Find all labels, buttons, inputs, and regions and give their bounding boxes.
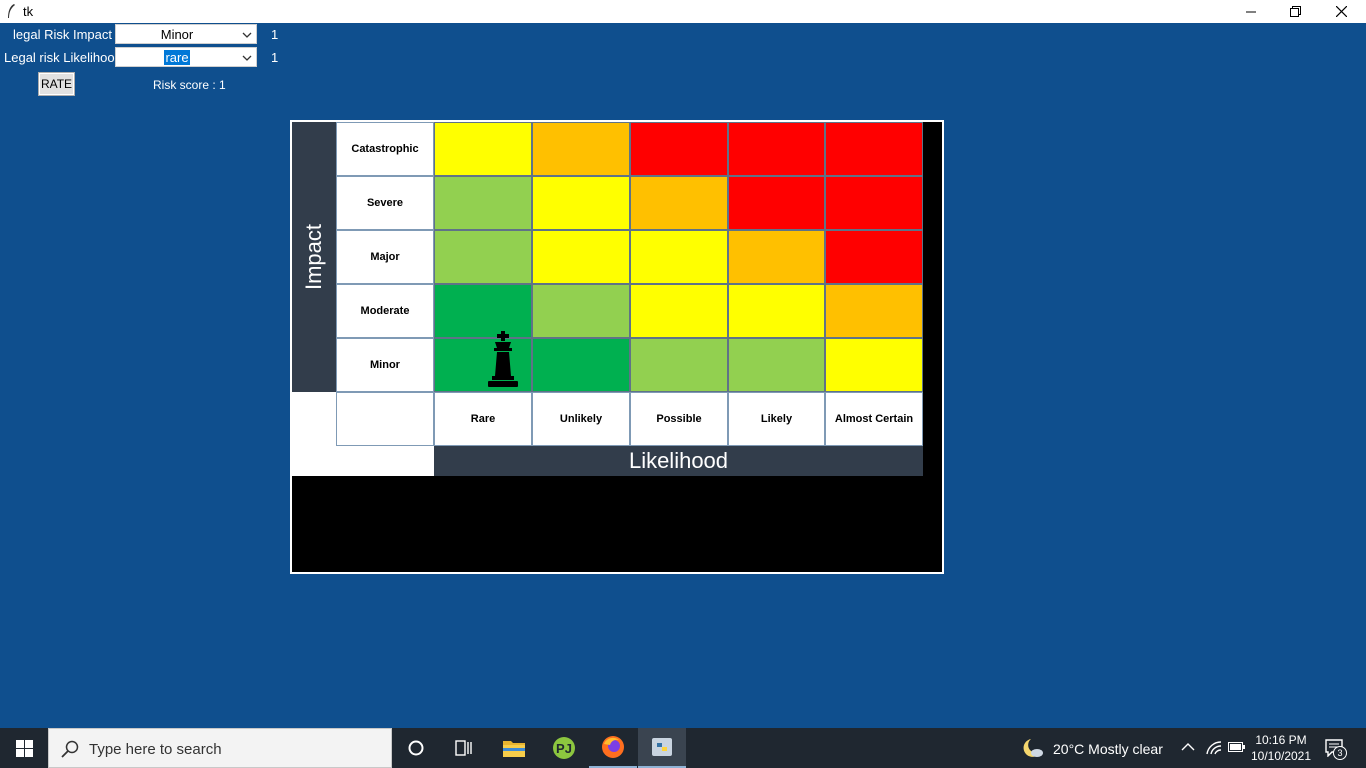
- notification-badge: 3: [1333, 746, 1347, 760]
- window-title: tk: [23, 4, 34, 19]
- moon-icon: [1023, 739, 1043, 757]
- python-icon: [652, 738, 672, 756]
- column-label: Likely: [728, 392, 825, 446]
- risk-cell: [532, 338, 630, 392]
- risk-matrix-canvas: Impact Catastrophic Severe Major Moderat…: [290, 120, 944, 574]
- minimize-icon: [1246, 11, 1256, 12]
- risk-cell: [434, 176, 532, 230]
- likelihood-axis-bar: Likelihood: [434, 446, 923, 476]
- impact-combobox-value: Minor: [160, 27, 194, 42]
- impact-combobox[interactable]: Minor: [115, 24, 257, 44]
- battery-icon[interactable]: [1228, 741, 1246, 753]
- cortana-circle-icon: [408, 740, 424, 756]
- risk-cell: [825, 176, 923, 230]
- risk-cell: [630, 338, 728, 392]
- svg-text:PJ: PJ: [556, 741, 572, 756]
- corner-cell: [336, 392, 434, 446]
- weather-text[interactable]: 20°C Mostly clear: [1053, 741, 1163, 757]
- python-button[interactable]: [638, 728, 686, 768]
- risk-cell: [630, 230, 728, 284]
- risk-cell: [532, 284, 630, 338]
- likelihood-combobox-value: rare: [116, 50, 238, 65]
- clock-date: 10/10/2021: [1250, 749, 1312, 763]
- likelihood-axis-label: Likelihood: [628, 448, 729, 473]
- app-circle-icon: PJ: [553, 737, 575, 759]
- chess-king-icon: [488, 331, 518, 387]
- risk-cell: [434, 122, 532, 176]
- risk-cell: [630, 122, 728, 176]
- risk-cell: [728, 338, 825, 392]
- close-button[interactable]: [1318, 0, 1364, 23]
- rate-button[interactable]: RATE: [38, 72, 75, 96]
- clock-time: 10:16 PM: [1255, 733, 1307, 747]
- system-clock[interactable]: 10:16 PM 10/10/2021: [1250, 732, 1312, 764]
- risk-cell: [728, 284, 825, 338]
- file-explorer-button[interactable]: [490, 728, 538, 768]
- column-label: Rare: [434, 392, 532, 446]
- risk-cell: [728, 176, 825, 230]
- feather-icon: [8, 4, 15, 18]
- taskbar-search-box[interactable]: Type here to search: [48, 728, 392, 768]
- wifi-icon[interactable]: [1206, 741, 1222, 755]
- folder-icon: [503, 741, 525, 757]
- pycharm-button[interactable]: PJ: [540, 728, 588, 768]
- row-label: Catastrophic: [336, 122, 434, 176]
- task-view-icon: [455, 740, 472, 756]
- risk-cell: [728, 230, 825, 284]
- impact-axis-bar: Impact: [292, 122, 336, 392]
- risk-cell: [532, 176, 630, 230]
- risk-cell: [825, 230, 923, 284]
- row-label: Minor: [336, 338, 434, 392]
- chevron-down-icon[interactable]: [242, 53, 252, 63]
- risk-cell: [434, 230, 532, 284]
- start-button[interactable]: [0, 728, 48, 768]
- risk-cell: [532, 122, 630, 176]
- likelihood-combobox[interactable]: rare: [115, 47, 257, 67]
- firefox-button[interactable]: [589, 728, 637, 768]
- row-label: Major: [336, 230, 434, 284]
- windows-logo-icon: [15, 739, 33, 757]
- risk-cell: [825, 338, 923, 392]
- close-icon: [1335, 6, 1347, 17]
- risk-cell: [728, 122, 825, 176]
- likelihood-count: 1: [271, 50, 279, 65]
- task-view-button[interactable]: [440, 728, 488, 768]
- column-label: Possible: [630, 392, 728, 446]
- column-label: Unlikely: [532, 392, 630, 446]
- risk-cell: [434, 284, 532, 338]
- risk-cell: [630, 176, 728, 230]
- impact-axis-label: Impact: [301, 223, 326, 291]
- row-label: Moderate: [336, 284, 434, 338]
- search-icon: [61, 740, 79, 758]
- risk-cell: [825, 122, 923, 176]
- column-label: Almost Certain: [825, 392, 923, 446]
- taskbar: Type here to search PJ 20°C Mostly clear…: [0, 728, 1366, 768]
- firefox-icon: [602, 736, 624, 758]
- search-placeholder: Type here to search: [89, 741, 222, 758]
- risk-matrix: Impact Catastrophic Severe Major Moderat…: [292, 122, 923, 476]
- row-label: Severe: [336, 176, 434, 230]
- minimize-button[interactable]: [1228, 0, 1274, 23]
- title-bar: tk: [0, 0, 1366, 23]
- restore-icon: [1289, 6, 1301, 17]
- risk-cell: [630, 284, 728, 338]
- likelihood-label: Legal risk Likelihood: [4, 50, 122, 65]
- risk-cell: [532, 230, 630, 284]
- likelihood-selected-text: rare: [164, 50, 190, 65]
- chevron-down-icon[interactable]: [242, 30, 252, 40]
- chevron-up-icon[interactable]: [1181, 742, 1195, 752]
- restore-button[interactable]: [1272, 0, 1318, 23]
- risk-cell: [825, 284, 923, 338]
- risk-score-label: Risk score : 1: [153, 78, 226, 92]
- cortana-button[interactable]: [392, 728, 440, 768]
- impact-label: legal Risk Impact: [13, 27, 112, 42]
- impact-count: 1: [271, 27, 279, 42]
